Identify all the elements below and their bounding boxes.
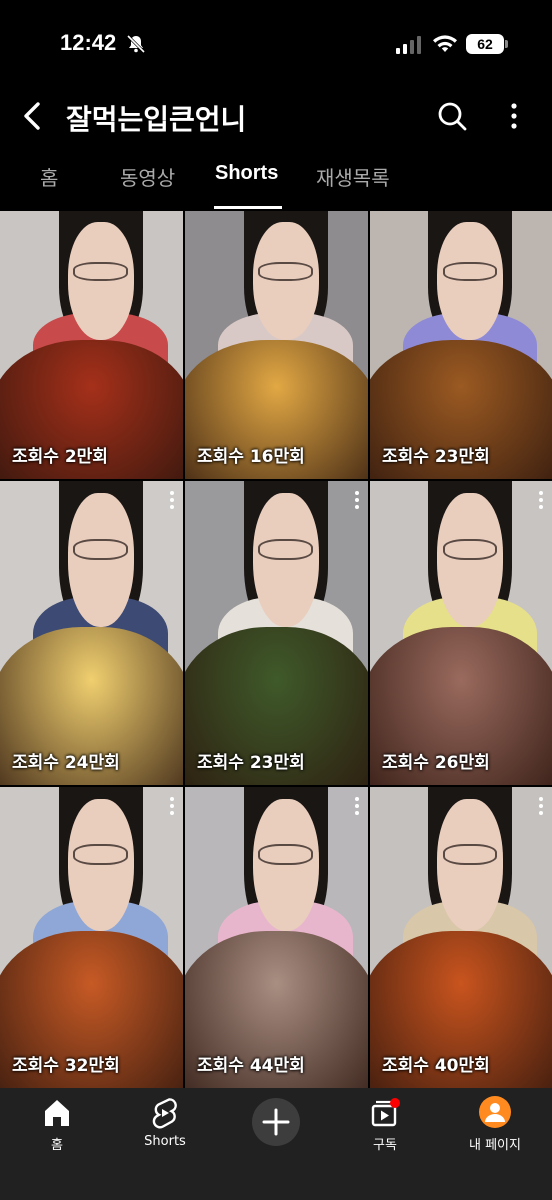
subscriptions-icon <box>371 1098 400 1127</box>
thumbnail-face <box>252 221 319 340</box>
view-count: 조회수 44만회 <box>197 1056 305 1076</box>
nav-my-page-label: 내 페이지 <box>469 1138 521 1153</box>
battery-indicator: 62 <box>466 34 508 54</box>
thumbnail-face <box>67 799 134 932</box>
short-video-tile[interactable]: 조회수 26만회 <box>370 481 552 785</box>
search-icon[interactable] <box>436 100 468 132</box>
tab-playlists[interactable]: 재생목록 <box>316 162 390 191</box>
video-thumbnail <box>0 787 183 1088</box>
channel-header: 잘먹는입큰언니 <box>0 90 552 144</box>
home-icon <box>45 1100 69 1126</box>
thumbnail-face <box>252 493 319 627</box>
active-tab-indicator <box>214 206 282 209</box>
view-count: 조회수 23만회 <box>197 753 305 773</box>
notification-dot <box>390 1098 400 1108</box>
view-count: 조회수 16만회 <box>197 447 305 467</box>
video-thumbnail <box>185 211 368 479</box>
back-arrow-icon[interactable] <box>18 100 48 132</box>
tile-more-options-icon[interactable] <box>169 797 175 817</box>
view-count: 조회수 2만회 <box>12 447 108 467</box>
video-thumbnail <box>185 481 368 785</box>
tab-home[interactable]: 홈 <box>40 162 58 191</box>
nav-shorts[interactable]: Shorts <box>110 1096 220 1149</box>
avatar <box>479 1096 511 1128</box>
plus-icon <box>262 1108 290 1136</box>
view-count: 조회수 23만회 <box>382 447 490 467</box>
short-video-tile[interactable]: 조회수 40만회 <box>370 787 552 1088</box>
short-video-tile[interactable]: 조회수 23만회 <box>370 211 552 479</box>
short-video-tile[interactable]: 조회수 32만회 <box>0 787 183 1088</box>
thumbnail-face <box>437 493 503 627</box>
nav-my-page[interactable]: 내 페이지 <box>440 1096 550 1153</box>
tile-more-options-icon[interactable] <box>354 797 360 817</box>
video-thumbnail <box>0 211 183 479</box>
view-count: 조회수 32만회 <box>12 1056 120 1076</box>
thumbnail-face <box>437 221 503 340</box>
tab-videos[interactable]: 동영상 <box>120 162 175 191</box>
thumbnail-glasses <box>73 261 129 281</box>
shorts-icon <box>152 1098 177 1129</box>
shorts-grid: 조회수 2만회 조회수 16만회 조회수 23만회 조회수 24만회 조회수 23만회 조… <box>0 211 552 1088</box>
video-thumbnail <box>0 481 183 785</box>
nav-subscriptions[interactable]: 구독 <box>330 1096 440 1153</box>
tile-more-options-icon[interactable] <box>354 491 360 511</box>
create-button[interactable] <box>252 1098 300 1146</box>
thumbnail-face <box>252 799 319 932</box>
thumbnail-glasses <box>73 538 129 561</box>
view-count: 조회수 24만회 <box>12 753 120 773</box>
person-icon <box>485 1103 505 1122</box>
short-video-tile[interactable]: 조회수 23만회 <box>185 481 368 785</box>
thumbnail-face <box>437 799 503 932</box>
thumbnail-glasses <box>258 844 314 866</box>
tab-shorts[interactable]: Shorts <box>215 162 278 185</box>
view-count: 조회수 26만회 <box>382 753 490 773</box>
tile-more-options-icon[interactable] <box>538 491 544 511</box>
video-thumbnail <box>370 787 552 1088</box>
thumbnail-glasses <box>442 261 498 281</box>
video-thumbnail <box>370 211 552 479</box>
channel-title: 잘먹는입큰언니 <box>66 103 247 136</box>
thumbnail-glasses <box>442 538 498 561</box>
tile-more-options-icon[interactable] <box>538 797 544 817</box>
view-count: 조회수 40만회 <box>382 1056 490 1076</box>
video-thumbnail <box>185 787 368 1088</box>
thumbnail-glasses <box>442 844 498 866</box>
nav-subscriptions-label: 구독 <box>373 1138 397 1153</box>
video-thumbnail <box>370 481 552 785</box>
status-time: 12:42 <box>60 30 117 55</box>
nav-shorts-label: Shorts <box>144 1134 186 1149</box>
thumbnail-glasses <box>258 261 314 281</box>
nav-home-label: 홈 <box>51 1138 63 1153</box>
thumbnail-glasses <box>73 844 129 866</box>
status-bar: 12:42 62 <box>0 0 552 90</box>
signal-icon <box>396 36 421 54</box>
wifi-icon <box>433 35 457 52</box>
thumbnail-face <box>67 493 134 627</box>
bottom-navigation: 홈 Shorts 구독 내 페이지 <box>0 1088 552 1200</box>
short-video-tile[interactable]: 조회수 24만회 <box>0 481 183 785</box>
more-vertical-icon[interactable] <box>500 100 528 132</box>
channel-tabs: 홈 동영상 Shorts 재생목록 <box>0 152 552 210</box>
thumbnail-glasses <box>258 538 314 561</box>
bell-off-icon <box>126 34 146 54</box>
thumbnail-face <box>67 221 134 340</box>
tile-more-options-icon[interactable] <box>169 491 175 511</box>
short-video-tile[interactable]: 조회수 2만회 <box>0 211 183 479</box>
short-video-tile[interactable]: 조회수 44만회 <box>185 787 368 1088</box>
nav-home[interactable]: 홈 <box>2 1096 112 1153</box>
short-video-tile[interactable]: 조회수 16만회 <box>185 211 368 479</box>
